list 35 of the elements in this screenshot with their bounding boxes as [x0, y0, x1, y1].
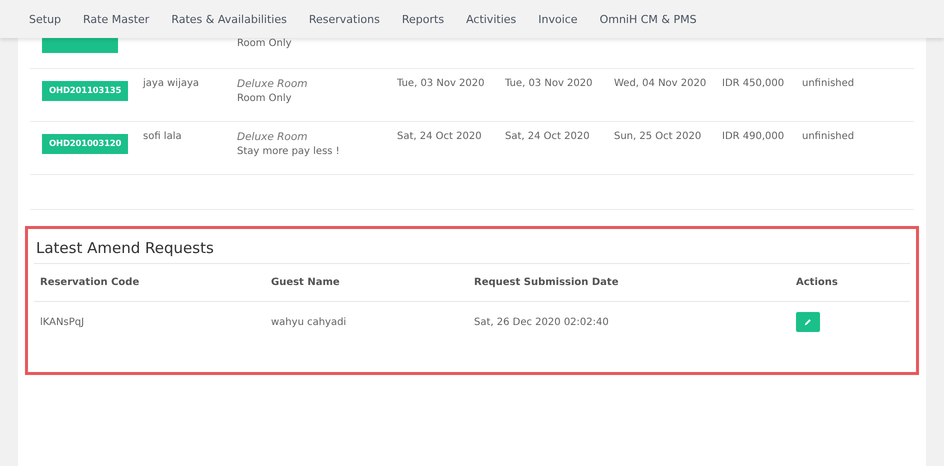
price-cell-text: IDR 490,000 — [722, 131, 786, 142]
date-cell-text: Sat, 24 Oct 2020 — [505, 131, 591, 142]
nav-link[interactable]: Reservations — [308, 12, 380, 26]
column-header: Guest Name — [271, 277, 341, 288]
edit-button[interactable] — [796, 312, 820, 332]
room-type: Deluxe Room — [237, 131, 309, 143]
nav-link[interactable]: OmniH CM & PMS — [600, 12, 697, 26]
column-header: Request Submission Date — [474, 277, 620, 288]
room-type: Deluxe Room — [237, 78, 309, 90]
column-header: Actions — [796, 277, 839, 288]
date-cell-text: Tue, 03 Nov 2020 — [397, 78, 486, 89]
price-cell-text: IDR 450,000 — [722, 78, 786, 89]
pencil-icon — [804, 318, 812, 326]
nav-link[interactable]: Rate Master — [83, 12, 150, 26]
rate-plan: Room Only — [237, 93, 293, 104]
date-cell-text: Tue, 03 Nov 2020 — [505, 78, 594, 89]
date-cell-text: Sat, 26 Dec 2020 02:02:40 — [474, 316, 610, 328]
rate-plan: Stay more pay less ! — [237, 146, 341, 157]
date-cell-text: Sun, 25 Oct 2020 — [614, 131, 702, 142]
status-cell-text: unfinished — [802, 131, 856, 142]
nav-link[interactable]: Invoice — [538, 12, 578, 26]
nav-link[interactable]: Rates & Availabilities — [171, 12, 287, 26]
date-cell-text: Sat, 24 Oct 2020 — [397, 131, 483, 142]
rate-plan: Room Only — [237, 38, 293, 49]
column-header: Reservation Code — [40, 277, 140, 288]
guest-name: sofi lala — [143, 131, 183, 142]
date-cell-text: Wed, 04 Nov 2020 — [614, 78, 708, 89]
nav-link[interactable]: Activities — [466, 12, 516, 26]
nav-link[interactable]: Setup — [29, 12, 62, 26]
section-title: Latest Amend Requests — [34, 237, 910, 264]
guest-name: wahyu cahyadi — [271, 316, 348, 328]
status-cell-text: unfinished — [802, 78, 856, 89]
guest-name: jaya wijaya — [143, 78, 200, 89]
reservation-code: lKANsPqJ — [40, 316, 86, 328]
nav-link[interactable]: Reports — [402, 12, 444, 26]
